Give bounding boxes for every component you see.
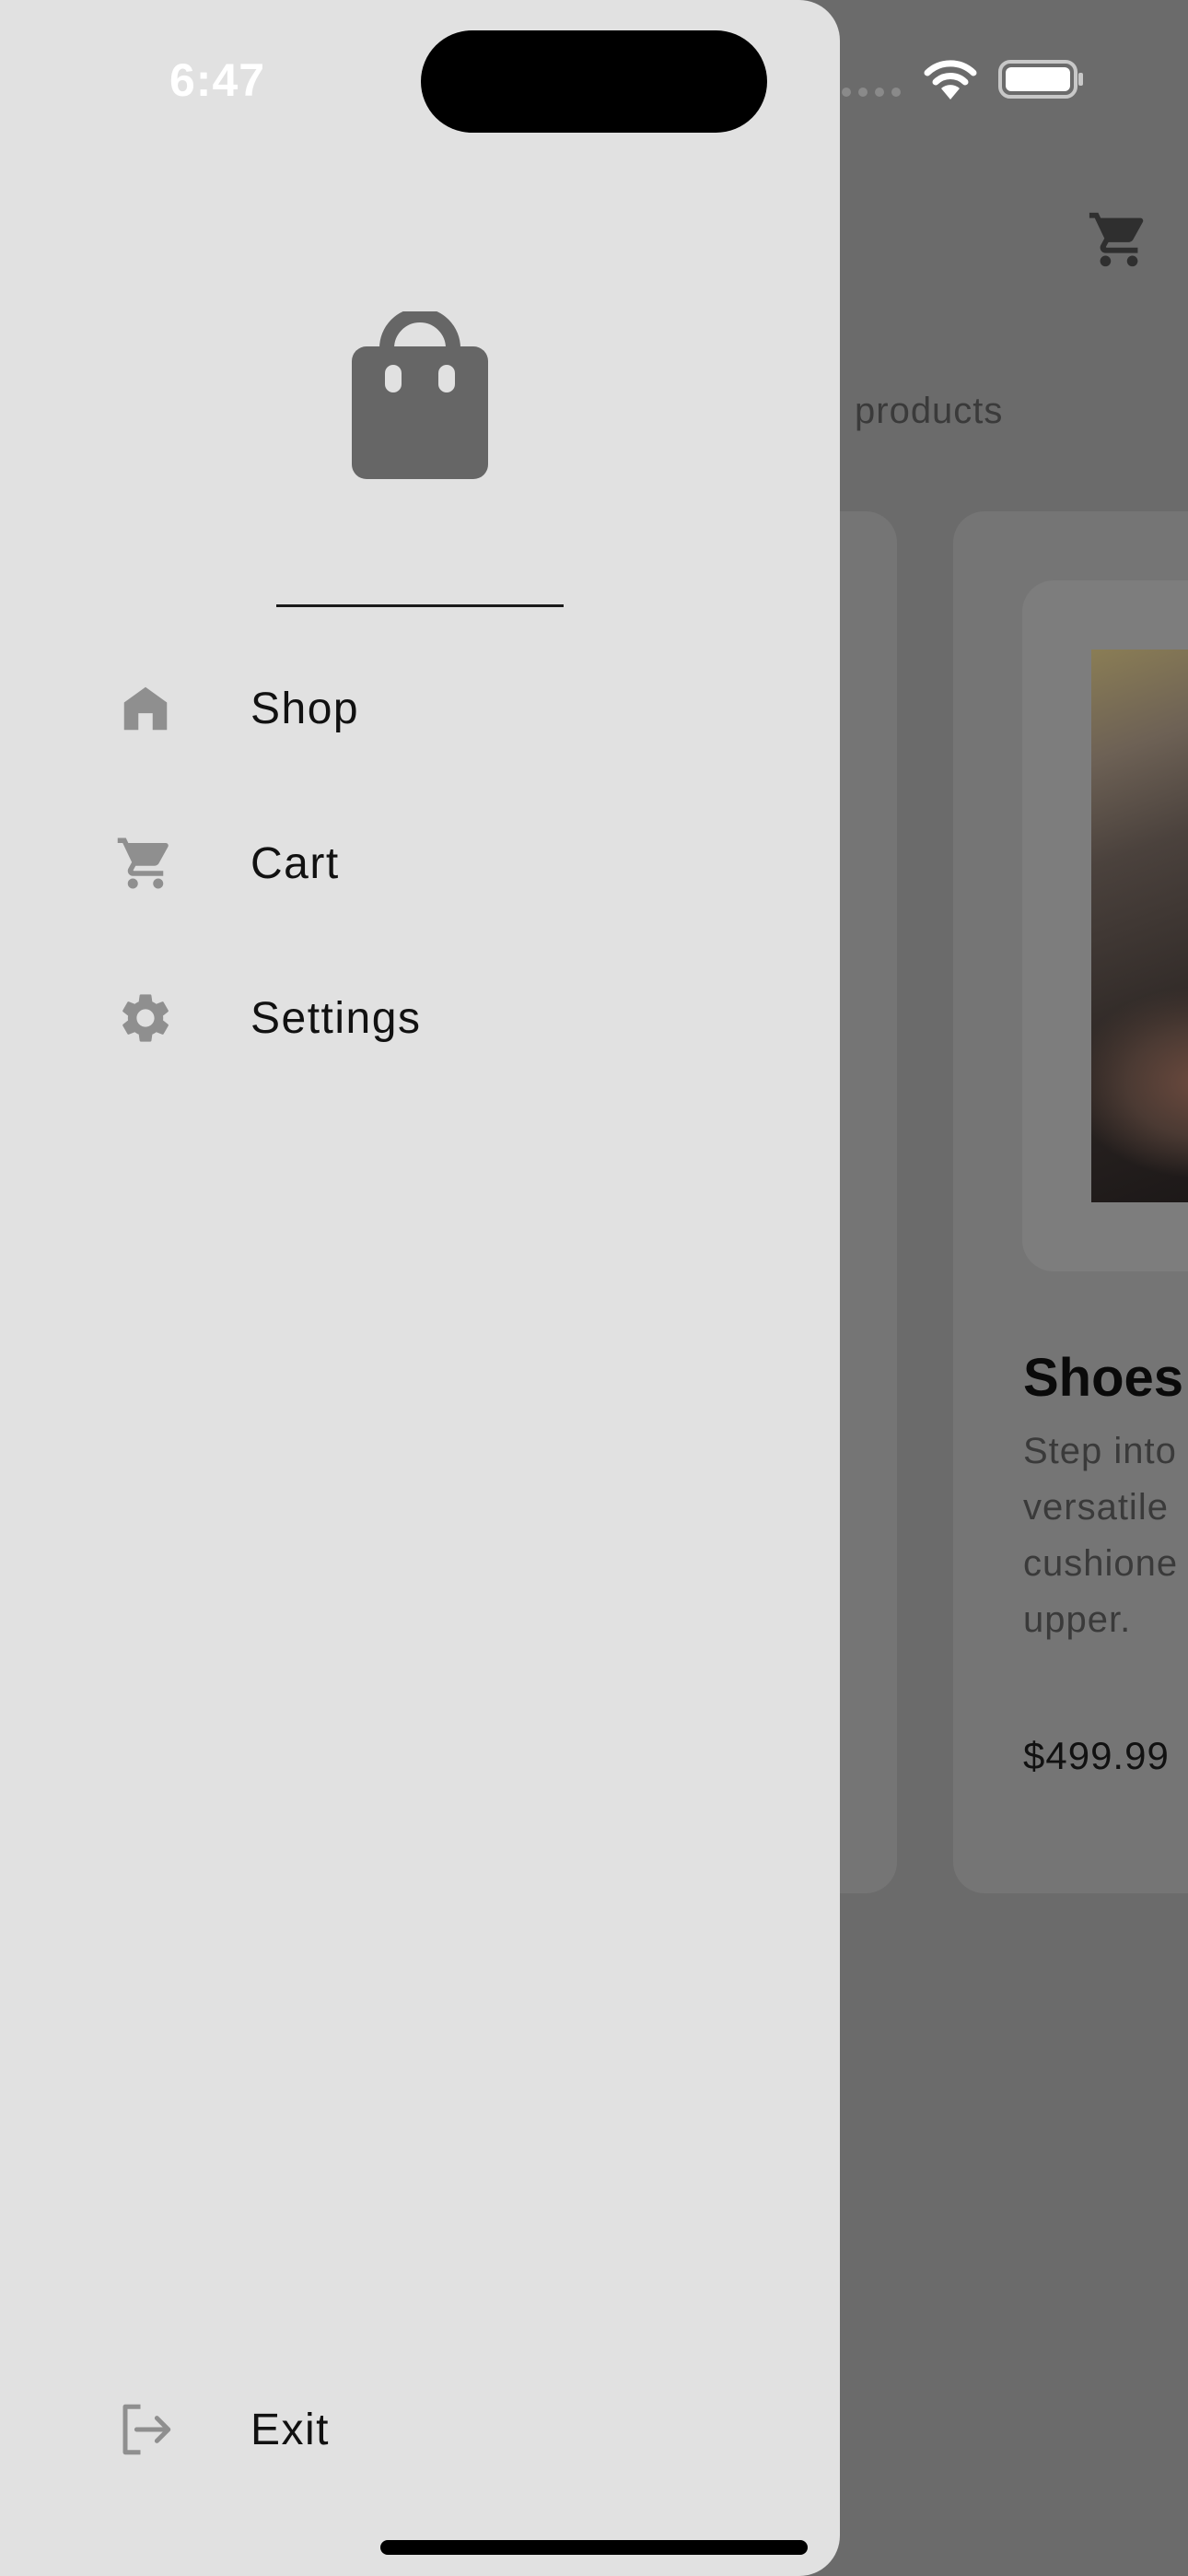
gear-icon: [114, 987, 177, 1049]
drawer-item-label: Shop: [250, 684, 360, 733]
dynamic-island: [421, 30, 767, 133]
battery-icon: [998, 60, 1083, 99]
drawer-item-exit[interactable]: Exit: [0, 2360, 840, 2499]
product-image: [1091, 650, 1188, 1202]
product-description-line: upper.: [1023, 1599, 1132, 1640]
product-description: Step into versatile cushione upper.: [1023, 1423, 1188, 1648]
drawer-item-settings[interactable]: Settings: [0, 949, 840, 1087]
drawer-item-label: Cart: [250, 838, 340, 888]
product-description-line: cushione: [1023, 1543, 1179, 1584]
shopping-bag-icon: [352, 311, 488, 479]
cellular-signal-icon: [842, 88, 901, 97]
home-icon: [114, 677, 177, 740]
product-price: $499.99: [1023, 1734, 1170, 1777]
drawer-item-label: Settings: [250, 993, 422, 1043]
drawer-divider: [276, 604, 564, 607]
cart-icon: [114, 832, 177, 895]
drawer-item-label: Exit: [250, 2405, 331, 2454]
screen: products Shoes Step into versatile cushi…: [0, 0, 1188, 2576]
drawer-item-cart[interactable]: Cart: [0, 794, 840, 932]
home-indicator[interactable]: [380, 2540, 808, 2555]
product-description-line: Step into: [1023, 1431, 1177, 1471]
navigation-drawer: Shop Cart Settings Exit: [0, 0, 840, 2576]
status-time: 6:47: [169, 54, 266, 106]
drawer-item-shop[interactable]: Shop: [0, 639, 840, 778]
wifi-icon: [924, 60, 977, 100]
product-description-line: versatile: [1023, 1487, 1169, 1528]
product-name: Shoes: [1023, 1348, 1184, 1408]
logout-icon: [114, 2398, 177, 2461]
cart-icon[interactable]: [1087, 207, 1151, 272]
page-subtitle: products: [855, 391, 1004, 431]
